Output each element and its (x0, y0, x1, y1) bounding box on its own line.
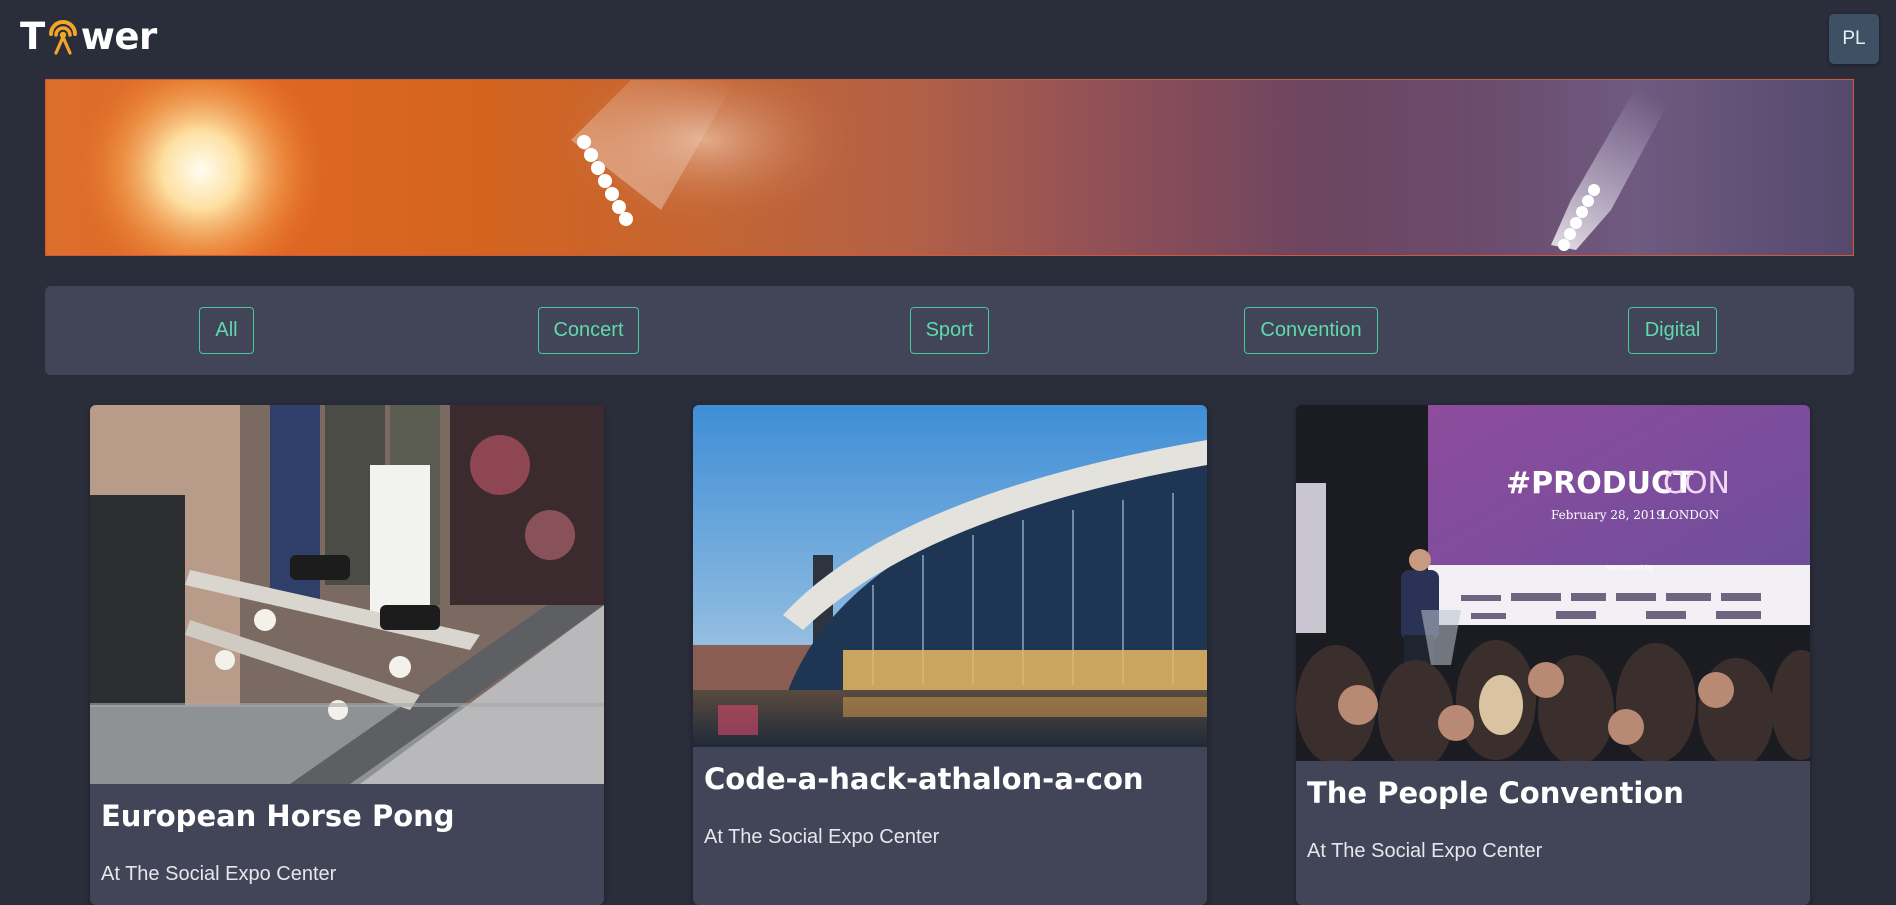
filter-digital-button[interactable]: Digital (1628, 307, 1717, 354)
screen-headline-suffix: CON (1663, 466, 1730, 501)
hero-banner (45, 79, 1854, 256)
event-title[interactable]: The People Convention (1307, 776, 1684, 810)
screen-city: LONDON (1661, 508, 1719, 522)
logo-text-right: wer (80, 14, 158, 58)
logo-text-left: T (20, 14, 45, 58)
event-card[interactable]: Code-a-hack-athalon-a-con At The Social … (693, 405, 1207, 905)
event-venue: At The Social Expo Center (101, 863, 337, 885)
stage-lights-banner (71, 80, 1681, 255)
event-venue: At The Social Expo Center (1307, 840, 1543, 862)
top-bar: T wer PL (0, 0, 1896, 72)
broadcast-tower-icon (46, 17, 80, 55)
event-card[interactable]: European Horse Pong At The Social Expo C… (90, 405, 604, 905)
event-title[interactable]: European Horse Pong (101, 799, 455, 833)
event-title[interactable]: Code-a-hack-athalon-a-con (704, 762, 1144, 796)
filter-concert-button[interactable]: Concert (538, 307, 639, 354)
skateboarders-photo (90, 405, 604, 784)
expo-building-photo (693, 405, 1207, 747)
filter-sport-button[interactable]: Sport (910, 307, 989, 354)
app-logo[interactable]: T wer (20, 14, 157, 58)
filter-convention-button[interactable]: Convention (1244, 307, 1378, 354)
event-venue: At The Social Expo Center (704, 826, 940, 848)
screen-date: February 28, 2019 (1551, 508, 1664, 522)
screen-sponsored: Sponsored by (1606, 564, 1654, 572)
user-avatar-button[interactable]: PL (1829, 14, 1879, 64)
event-card[interactable]: #PRODUCT CON February 28, 2019 LONDON Sp… (1296, 405, 1810, 905)
conference-stage-photo: #PRODUCT CON February 28, 2019 LONDON Sp… (1296, 405, 1810, 761)
category-filter-bar: All Concert Sport Convention Digital (45, 286, 1854, 375)
filter-all-button[interactable]: All (199, 307, 254, 354)
